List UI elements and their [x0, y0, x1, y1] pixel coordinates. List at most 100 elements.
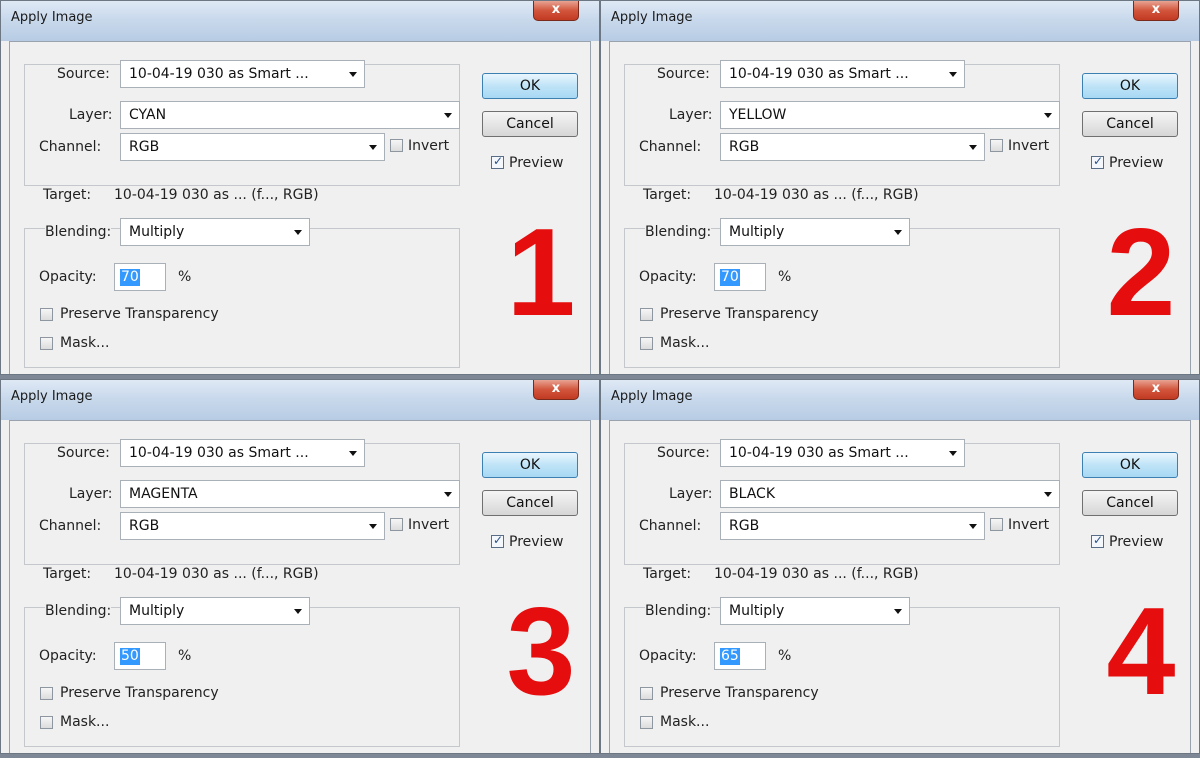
- blending-value: Multiply: [729, 603, 785, 619]
- ok-button[interactable]: OK: [482, 452, 578, 478]
- preview-label: Preview: [509, 155, 564, 171]
- chevron-down-icon: [349, 451, 357, 456]
- channel-label: Channel:: [639, 139, 702, 155]
- opacity-label: Opacity:: [639, 269, 697, 285]
- preserve-transparency-label: Preserve Transparency: [60, 306, 219, 322]
- source-select[interactable]: 10-04-19 030 as Smart ...: [120, 60, 365, 88]
- channel-label: Channel:: [39, 139, 102, 155]
- title-bar[interactable]: Apply Image x: [1, 1, 599, 41]
- invert-checkbox[interactable]: [990, 518, 1003, 531]
- preview-checkbox[interactable]: [1091, 533, 1104, 548]
- layer-select[interactable]: YELLOW: [720, 101, 1060, 129]
- channel-select[interactable]: RGB: [720, 512, 985, 540]
- cancel-button[interactable]: Cancel: [482, 490, 578, 516]
- preserve-transparency-checkbox[interactable]: [640, 308, 653, 321]
- opacity-unit: %: [178, 648, 192, 664]
- cancel-button[interactable]: Cancel: [1082, 111, 1178, 137]
- preserve-transparency-label: Preserve Transparency: [60, 685, 219, 701]
- layer-select[interactable]: MAGENTA: [120, 480, 460, 508]
- apply-image-dialog-1: Apply Image x Source: 10-04-19 030 as Sm…: [0, 0, 600, 375]
- preserve-transparency-checkbox[interactable]: [40, 308, 53, 321]
- channel-select[interactable]: RGB: [120, 512, 385, 540]
- apply-image-dialog-3: Apply Image x Source: 10-04-19 030 as Sm…: [0, 379, 600, 754]
- close-button[interactable]: x: [533, 380, 579, 400]
- title-bar[interactable]: Apply Image x: [601, 380, 1199, 420]
- invert-label: Invert: [408, 517, 450, 533]
- title-bar[interactable]: Apply Image x: [601, 1, 1199, 41]
- layer-label: Layer:: [69, 107, 113, 123]
- channel-value: RGB: [729, 139, 760, 155]
- preserve-transparency-label: Preserve Transparency: [660, 306, 819, 322]
- source-value: 10-04-19 030 as Smart ...: [129, 445, 309, 461]
- cancel-button[interactable]: Cancel: [1082, 490, 1178, 516]
- invert-label: Invert: [408, 138, 450, 154]
- invert-checkbox[interactable]: [390, 139, 403, 152]
- layer-select[interactable]: CYAN: [120, 101, 460, 129]
- chevron-down-icon: [949, 451, 957, 456]
- layer-select[interactable]: BLACK: [720, 480, 1060, 508]
- mask-checkbox[interactable]: [40, 716, 53, 729]
- mask-checkbox[interactable]: [40, 337, 53, 350]
- close-button[interactable]: x: [1133, 1, 1179, 21]
- preview-checkbox[interactable]: [491, 533, 504, 548]
- chevron-down-icon: [894, 230, 902, 235]
- layer-label: Layer:: [669, 486, 713, 502]
- target-label: Target:: [643, 566, 692, 582]
- close-button[interactable]: x: [1133, 380, 1179, 400]
- invert-label: Invert: [1008, 138, 1050, 154]
- source-select[interactable]: 10-04-19 030 as Smart ...: [120, 439, 365, 467]
- dialog-title: Apply Image: [611, 10, 693, 25]
- opacity-input[interactable]: 70: [114, 263, 166, 291]
- blending-select[interactable]: Multiply: [720, 597, 910, 625]
- opacity-input[interactable]: 65: [714, 642, 766, 670]
- chevron-down-icon: [444, 113, 452, 118]
- layer-value: MAGENTA: [129, 486, 198, 502]
- preserve-transparency-checkbox[interactable]: [40, 687, 53, 700]
- opacity-input[interactable]: 70: [714, 263, 766, 291]
- preserve-transparency-checkbox[interactable]: [640, 687, 653, 700]
- chevron-down-icon: [969, 524, 977, 529]
- opacity-value: 65: [720, 648, 740, 665]
- invert-checkbox[interactable]: [990, 139, 1003, 152]
- preview-label: Preview: [509, 534, 564, 550]
- preview-checkbox[interactable]: [1091, 154, 1104, 169]
- blending-label: Blending:: [645, 603, 712, 619]
- blending-select[interactable]: Multiply: [720, 218, 910, 246]
- apply-image-dialog-4: Apply Image x Source: 10-04-19 030 as Sm…: [600, 379, 1200, 754]
- source-label: Source:: [57, 445, 110, 461]
- target-label: Target:: [43, 566, 92, 582]
- opacity-value: 70: [120, 269, 140, 286]
- mask-checkbox[interactable]: [640, 337, 653, 350]
- blending-select[interactable]: Multiply: [120, 597, 310, 625]
- chevron-down-icon: [369, 524, 377, 529]
- step-number: 4: [1106, 583, 1176, 721]
- opacity-input[interactable]: 50: [114, 642, 166, 670]
- channel-select[interactable]: RGB: [120, 133, 385, 161]
- close-button[interactable]: x: [533, 1, 579, 21]
- channel-select[interactable]: RGB: [720, 133, 985, 161]
- opacity-unit: %: [178, 269, 192, 285]
- mask-label: Mask...: [60, 335, 110, 351]
- source-select[interactable]: 10-04-19 030 as Smart ...: [720, 439, 965, 467]
- blending-label: Blending:: [645, 224, 712, 240]
- blending-select[interactable]: Multiply: [120, 218, 310, 246]
- preview-checkbox[interactable]: [491, 154, 504, 169]
- channel-value: RGB: [129, 139, 160, 155]
- ok-button[interactable]: OK: [1082, 73, 1178, 99]
- title-bar[interactable]: Apply Image x: [1, 380, 599, 420]
- opacity-unit: %: [778, 648, 792, 664]
- channel-value: RGB: [129, 518, 160, 534]
- preserve-transparency-label: Preserve Transparency: [660, 685, 819, 701]
- invert-label: Invert: [1008, 517, 1050, 533]
- invert-checkbox[interactable]: [390, 518, 403, 531]
- source-select[interactable]: 10-04-19 030 as Smart ...: [720, 60, 965, 88]
- ok-button[interactable]: OK: [482, 73, 578, 99]
- source-value: 10-04-19 030 as Smart ...: [129, 66, 309, 82]
- source-value: 10-04-19 030 as Smart ...: [729, 445, 909, 461]
- blending-label: Blending:: [45, 603, 112, 619]
- mask-checkbox[interactable]: [640, 716, 653, 729]
- ok-button[interactable]: OK: [1082, 452, 1178, 478]
- cancel-button[interactable]: Cancel: [482, 111, 578, 137]
- layer-value: YELLOW: [729, 107, 787, 123]
- step-number: 3: [506, 583, 576, 721]
